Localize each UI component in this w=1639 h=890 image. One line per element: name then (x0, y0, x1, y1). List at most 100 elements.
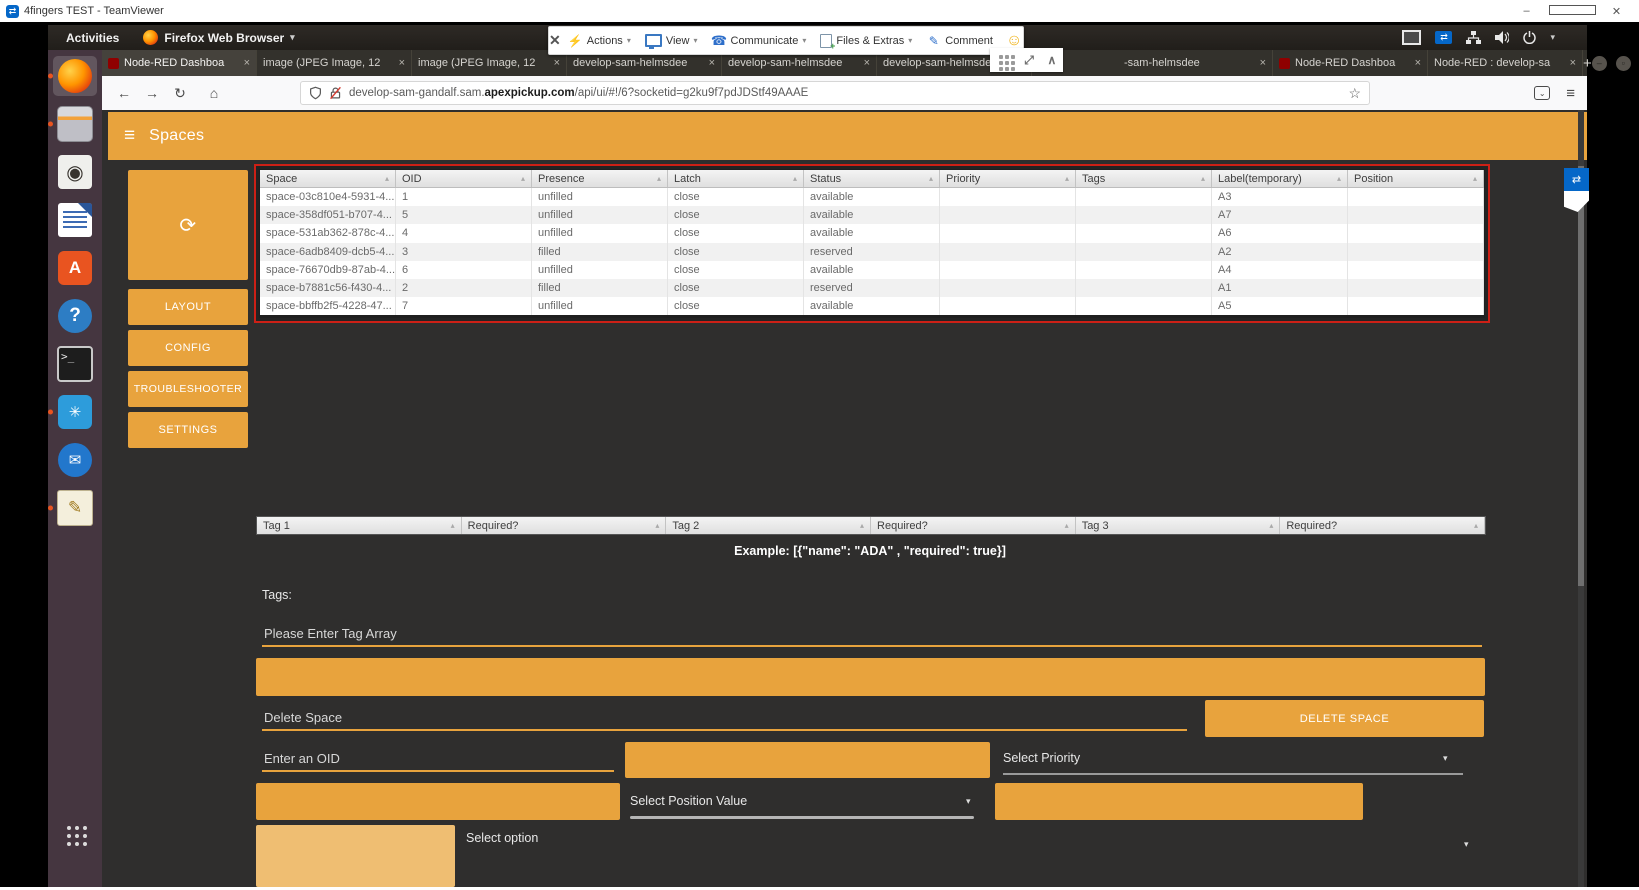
back-button[interactable]: ← (110, 85, 138, 101)
tags-column-header[interactable]: Required?▴ (462, 517, 667, 534)
menu-icon[interactable]: ≡ (1566, 85, 1575, 102)
tags-column-header[interactable]: Tag 3▴ (1076, 517, 1281, 534)
teamviewer-chat-tab[interactable]: ⇄ (1564, 168, 1589, 212)
browser-tab[interactable]: Node-RED : develop-sa× (1428, 50, 1583, 76)
table-row[interactable]: space-b7881c56-f430-4...2filledcloserese… (260, 279, 1484, 297)
reload-button[interactable]: ↻ (166, 85, 194, 102)
window-maximize-button[interactable] (1549, 5, 1594, 18)
dock-rhythmbox[interactable] (53, 152, 97, 192)
insecure-lock-icon[interactable] (329, 86, 342, 100)
tag-array-input[interactable] (262, 626, 1482, 647)
tags-column-header[interactable]: Tag 2▴ (666, 517, 871, 534)
refresh-button[interactable]: ⟳ (128, 170, 248, 280)
tab-close-icon[interactable]: × (1570, 57, 1576, 69)
tags-column-header[interactable]: Required?▴ (871, 517, 1076, 534)
dock-terminal[interactable] (53, 344, 97, 384)
action-button[interactable] (995, 783, 1363, 820)
volume-icon[interactable] (1495, 31, 1509, 44)
tab-close-icon[interactable]: × (1260, 57, 1266, 69)
browser-maximize-button[interactable]: ▫ (1616, 56, 1631, 71)
library-icon[interactable]: ⌄ (1534, 86, 1550, 100)
tags-column-header[interactable]: Required?▴ (1280, 517, 1485, 534)
toolbar-item-actions[interactable]: ⚡Actions▾ (561, 27, 638, 54)
home-button[interactable]: ⌂ (200, 85, 228, 101)
layout-button[interactable]: LAYOUT (128, 289, 248, 325)
delete-space-input[interactable] (262, 710, 1187, 731)
table-row[interactable]: space-bbffb2f5-4228-47...7unfilledclosea… (260, 297, 1484, 315)
window-close-button[interactable]: ✕ (1594, 5, 1639, 18)
spaces-column-header[interactable]: Priority▴ (940, 170, 1076, 187)
bookmark-star-icon[interactable]: ☆ (1348, 85, 1361, 102)
troubleshooter-button[interactable]: TROUBLESHOOTER (128, 371, 248, 407)
position-select[interactable]: Select Position Value ▾ (630, 794, 985, 808)
dock-libreoffice-writer[interactable] (53, 200, 97, 240)
browser-tab[interactable]: Node-RED Dashboa× (102, 50, 257, 76)
url-bar[interactable]: develop-sam-gandalf.sam.apexpickup.com/a… (300, 81, 1370, 105)
dock-firefox[interactable] (53, 56, 97, 96)
toolbar-item-files-extras[interactable]: Files & Extras▾ (813, 27, 919, 54)
toolbar-item-communicate[interactable]: ☎Communicate▾ (705, 27, 814, 54)
network-icon[interactable] (1466, 31, 1481, 44)
browser-minimize-button[interactable]: – (1592, 56, 1607, 71)
scrollbar[interactable] (1578, 110, 1584, 887)
power-icon[interactable] (1523, 31, 1536, 44)
close-session-button[interactable]: ✕ (549, 32, 561, 49)
action-button[interactable] (256, 783, 620, 820)
tab-close-icon[interactable]: × (1415, 57, 1421, 69)
dock-app-grid[interactable] (53, 814, 97, 854)
new-tab-button[interactable]: + (1583, 50, 1592, 76)
table-row[interactable]: space-6adb8409-dcb5-4...3filledcloserese… (260, 243, 1484, 261)
spaces-column-header[interactable]: Space▴ (260, 170, 396, 187)
spaces-column-header[interactable]: Position▴ (1348, 170, 1484, 187)
table-row[interactable]: space-03c810e4-5931-4...1unfilledcloseav… (260, 188, 1484, 206)
expand-icon[interactable]: ⤢ (1024, 53, 1034, 68)
table-row[interactable]: space-358df051-b707-4...5unfilledcloseav… (260, 206, 1484, 224)
tab-close-icon[interactable]: × (554, 57, 560, 69)
action-button[interactable] (625, 742, 990, 778)
dock-text-editor[interactable] (53, 488, 97, 528)
tags-column-header[interactable]: Tag 1▴ (257, 517, 462, 534)
dock-screenshot[interactable] (53, 392, 97, 432)
feedback-smiley-icon[interactable]: ☺ (1006, 32, 1022, 50)
option-select[interactable]: Select option ▾ (466, 831, 1476, 845)
browser-tab[interactable]: image (JPEG Image, 12× (412, 50, 567, 76)
activities-button[interactable]: Activities (66, 31, 119, 45)
toolbar-item-view[interactable]: View▾ (638, 27, 705, 54)
priority-select[interactable]: Select Priority ▾ (1003, 751, 1463, 765)
dock-thunderbird[interactable] (53, 440, 97, 480)
forward-button[interactable]: → (138, 85, 166, 101)
tab-close-icon[interactable]: × (709, 57, 715, 69)
spaces-column-header[interactable]: Tags▴ (1076, 170, 1212, 187)
spaces-column-header[interactable]: Label(temporary)▴ (1212, 170, 1348, 187)
collapse-toolbar-icon[interactable]: ∧ (1047, 53, 1056, 67)
spaces-column-header[interactable]: Status▴ (804, 170, 940, 187)
toolbar-item-comment[interactable]: ✎Comment (919, 27, 1000, 54)
tab-close-icon[interactable]: × (244, 57, 250, 69)
dock-files[interactable] (53, 104, 97, 144)
table-row[interactable]: space-531ab362-878c-4...4unfilledcloseav… (260, 224, 1484, 242)
shield-icon[interactable] (309, 86, 322, 100)
browser-tab[interactable]: image (JPEG Image, 12× (257, 50, 412, 76)
teamviewer-tray-icon[interactable]: ⇄ (1435, 31, 1452, 44)
browser-tab[interactable]: -sam-helmsdee× (1032, 50, 1273, 76)
spaces-column-header[interactable]: Latch▴ (668, 170, 804, 187)
action-button[interactable] (256, 825, 455, 887)
window-minimize-button[interactable]: – (1504, 5, 1549, 17)
spaces-column-header[interactable]: Presence▴ (532, 170, 668, 187)
focused-app-menu[interactable]: Firefox Web Browser ▾ (143, 30, 294, 45)
config-button[interactable]: CONFIG (128, 330, 248, 366)
grid-view-icon[interactable] (999, 61, 1003, 65)
submit-tags-button[interactable] (256, 658, 1485, 696)
tab-close-icon[interactable]: × (399, 57, 405, 69)
settings-button[interactable]: SETTINGS (128, 412, 248, 448)
dock-ubuntu-software[interactable] (53, 248, 97, 288)
scrollbar-thumb[interactable] (1578, 166, 1584, 586)
delete-space-button[interactable]: DELETE SPACE (1205, 700, 1484, 737)
spaces-column-header[interactable]: OID▴ (396, 170, 532, 187)
table-row[interactable]: space-76670db9-87ab-4...6unfilledcloseav… (260, 261, 1484, 279)
tab-close-icon[interactable]: × (864, 57, 870, 69)
dock-help[interactable] (53, 296, 97, 336)
oid-input[interactable] (262, 751, 614, 772)
chevron-down-icon[interactable]: ▾ (1550, 32, 1555, 43)
browser-tab[interactable]: Node-RED Dashboa× (1273, 50, 1428, 76)
